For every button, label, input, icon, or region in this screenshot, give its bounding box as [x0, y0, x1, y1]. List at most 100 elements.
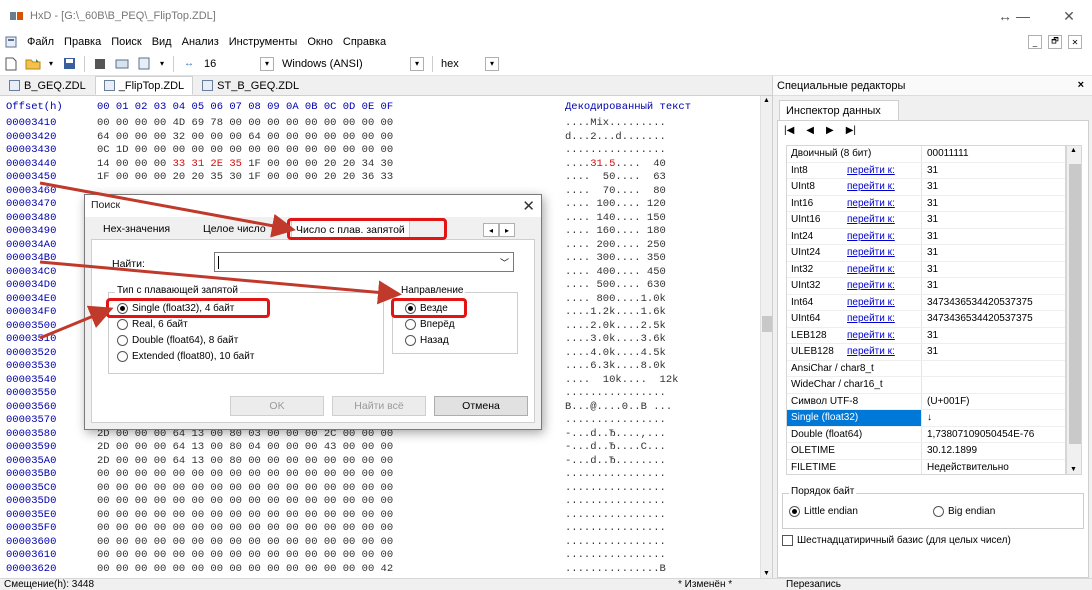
table-row[interactable]: 000035B0 00 00 00 00 00 00 00 00 00 00 00…: [0, 468, 760, 480]
last-icon[interactable]: ▶|: [846, 125, 856, 136]
next-icon[interactable]: ▶: [826, 125, 834, 136]
radio-everywhere[interactable]: Везде: [405, 303, 448, 314]
inspector-row[interactable]: UInt24 перейти к: 31: [787, 245, 1065, 262]
hex-scrollbar[interactable]: ▲ ▼: [760, 96, 772, 578]
bytes-per-row-dropdown[interactable]: ▾: [260, 56, 274, 71]
hex-base-checkbox[interactable]: Шестнадцатиричный базис (для целых чисел…: [782, 535, 1086, 546]
radio-backward[interactable]: Назад: [405, 335, 449, 346]
goto-link[interactable]: перейти к:: [847, 198, 895, 209]
scroll-up-icon[interactable]: ▲: [1070, 147, 1077, 154]
table-row[interactable]: 000035E0 00 00 00 00 00 00 00 00 00 00 00…: [0, 509, 760, 521]
scroll-down-icon[interactable]: ▼: [763, 570, 770, 577]
minimize-button[interactable]: —: [1000, 0, 1046, 32]
dialog-close-icon[interactable]: ✕: [522, 197, 535, 215]
inspector-row[interactable]: Int8 перейти к: 31: [787, 162, 1065, 179]
radio-real[interactable]: Real, 6 байт: [117, 319, 188, 330]
cancel-button[interactable]: Отмена: [434, 396, 528, 416]
charset-dropdown[interactable]: ▾: [410, 56, 424, 71]
goto-link[interactable]: перейти к:: [847, 165, 895, 176]
document-menu-icon[interactable]: [3, 34, 19, 50]
page-dropdown-icon[interactable]: ▾: [158, 56, 166, 72]
grid-view-icon[interactable]: [92, 56, 108, 72]
charset-select[interactable]: Windows (ANSI): [278, 55, 410, 73]
inspector-row[interactable]: Int64 перейти к: 3473436534420537375: [787, 294, 1065, 311]
goto-link[interactable]: перейти к:: [847, 346, 895, 357]
table-row[interactable]: 000035D0 00 00 00 00 00 00 00 00 00 00 00…: [0, 495, 760, 507]
mdi-close-button[interactable]: ✕: [1068, 35, 1082, 49]
menu-analysis[interactable]: Анализ: [182, 36, 219, 48]
first-icon[interactable]: |◀: [784, 125, 794, 136]
save-icon[interactable]: [61, 56, 77, 72]
tab-float[interactable]: Число с плав. запятой: [291, 219, 410, 240]
close-panel-icon[interactable]: ×: [1078, 79, 1084, 91]
bytes-per-row-field[interactable]: 16: [200, 55, 260, 73]
new-file-icon[interactable]: [3, 56, 19, 72]
tab-hex-values[interactable]: Hex-значения: [99, 219, 174, 239]
goto-link[interactable]: перейти к:: [847, 264, 895, 275]
close-window-button[interactable]: ✕: [1046, 0, 1092, 32]
inspector-row[interactable]: UInt32 перейти к: 31: [787, 278, 1065, 295]
table-row[interactable]: 00003410 00 00 00 00 4D 69 78 00 00 00 00…: [0, 117, 760, 129]
inspector-row[interactable]: ULEB128 перейти к: 31: [787, 344, 1065, 361]
radio-single[interactable]: Single (float32), 4 байт: [117, 303, 234, 314]
table-row[interactable]: 00003620 00 00 00 00 00 00 00 00 00 00 00…: [0, 563, 760, 575]
inspector-row[interactable]: Символ UTF-8 (U+001F): [787, 393, 1065, 410]
scroll-down-icon[interactable]: ▼: [1070, 466, 1077, 473]
prev-icon[interactable]: ◀: [806, 125, 814, 136]
inspector-row[interactable]: FILETIME Недействительно: [787, 459, 1065, 474]
goto-link[interactable]: перейти к:: [847, 313, 895, 324]
goto-link[interactable]: перейти к:: [847, 181, 895, 192]
radio-forward[interactable]: Вперёд: [405, 319, 455, 330]
inspector-row[interactable]: UInt64 перейти к: 3473436534420537375: [787, 311, 1065, 328]
mdi-restore-button[interactable]: 🗗: [1048, 35, 1062, 49]
find-all-button[interactable]: Найти всё: [332, 396, 426, 416]
inspector-scroll-thumb[interactable]: [1069, 164, 1081, 444]
table-row[interactable]: 00003450 1F 00 00 00 20 20 35 30 1F 00 00…: [0, 171, 760, 183]
scroll-up-icon[interactable]: ▲: [763, 97, 770, 104]
inspector-row[interactable]: Int32 перейти к: 31: [787, 261, 1065, 278]
table-row[interactable]: 00003580 2D 00 00 00 64 13 00 80 03 00 00…: [0, 428, 760, 440]
table-row[interactable]: 00003430 0C 1D 00 00 00 00 00 00 00 00 00…: [0, 144, 760, 156]
menu-search[interactable]: Поиск: [111, 36, 141, 48]
inspector-row[interactable]: Int16 перейти к: 31: [787, 195, 1065, 212]
chevron-down-icon[interactable]: ﹀: [500, 256, 509, 269]
goto-link[interactable]: перейти к:: [847, 247, 895, 258]
tab-b-geq[interactable]: B_GEQ.ZDL: [0, 76, 95, 95]
hex-scroll-thumb[interactable]: [762, 316, 772, 332]
mdi-minimize-button[interactable]: _: [1028, 35, 1042, 49]
inspector-row[interactable]: UInt8 перейти к: 31: [787, 179, 1065, 196]
tab-st-b-geq[interactable]: ST_B_GEQ.ZDL: [193, 76, 308, 95]
goto-link[interactable]: перейти к:: [847, 297, 895, 308]
tab-scroll-right-icon[interactable]: ▸: [499, 223, 515, 237]
open-dropdown-icon[interactable]: ▾: [47, 56, 55, 72]
tab-integer[interactable]: Целое число: [199, 219, 287, 239]
menu-window[interactable]: Окно: [307, 36, 333, 48]
goto-link[interactable]: перейти к:: [847, 330, 895, 341]
inspector-row[interactable]: Double (float64) 1,73807109050454E-76: [787, 426, 1065, 443]
inspector-row[interactable]: LEB128 перейти к: 31: [787, 327, 1065, 344]
find-input[interactable]: ﹀: [214, 252, 514, 272]
inspector-row[interactable]: Двоичный (8 бит) 00011111: [787, 146, 1065, 163]
inspector-row[interactable]: WideChar / char16_t: [787, 377, 1065, 394]
big-endian-radio[interactable]: Big endian: [933, 506, 995, 517]
goto-link[interactable]: перейти к:: [847, 280, 895, 291]
menu-file[interactable]: Файл: [27, 36, 54, 48]
table-row[interactable]: 00003420 64 00 00 00 32 00 00 00 64 00 00…: [0, 131, 760, 143]
table-row[interactable]: 000035C0 00 00 00 00 00 00 00 00 00 00 00…: [0, 482, 760, 494]
table-row[interactable]: 00003590 2D 00 00 00 64 13 00 80 04 00 00…: [0, 441, 760, 453]
radio-double[interactable]: Double (float64), 8 байт: [117, 335, 238, 346]
table-row[interactable]: 00003600 00 00 00 00 00 00 00 00 00 00 00…: [0, 536, 760, 548]
goto-link[interactable]: перейти к:: [847, 214, 895, 225]
inspector-scrollbar[interactable]: ▲ ▼: [1066, 145, 1082, 475]
open-folder-icon[interactable]: [25, 56, 41, 72]
inspector-row[interactable]: AnsiChar / char8_t: [787, 360, 1065, 377]
inspector-row[interactable]: UInt16 перейти к: 31: [787, 212, 1065, 229]
offset-base-dropdown[interactable]: ▾: [485, 56, 499, 71]
offset-base-select[interactable]: hex: [437, 55, 485, 73]
mail-icon[interactable]: [114, 56, 130, 72]
table-row[interactable]: 00003610 00 00 00 00 00 00 00 00 00 00 00…: [0, 549, 760, 561]
table-row[interactable]: 000035F0 00 00 00 00 00 00 00 00 00 00 00…: [0, 522, 760, 534]
inspector-row[interactable]: OLETIME 30.12.1899: [787, 443, 1065, 460]
tab-data-inspector[interactable]: Инспектор данных: [779, 100, 899, 120]
ok-button[interactable]: OK: [230, 396, 324, 416]
